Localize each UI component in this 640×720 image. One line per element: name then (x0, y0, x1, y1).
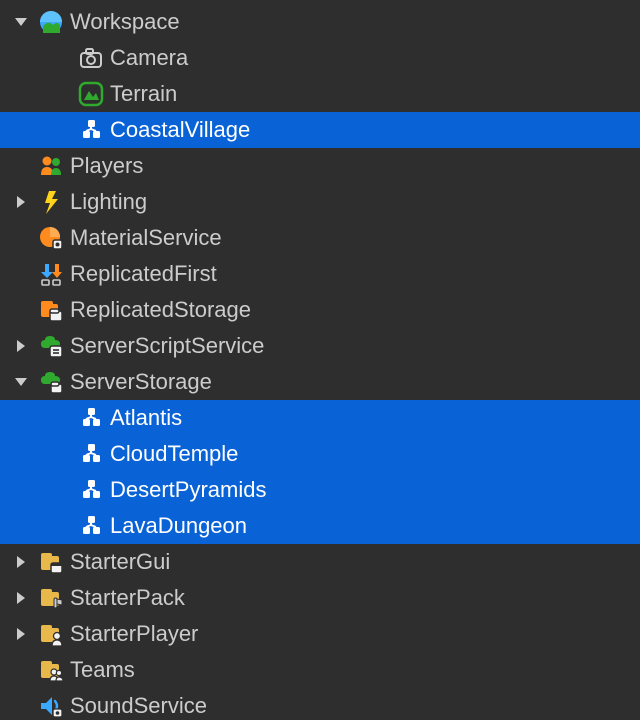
tree-row-workspace[interactable]: Workspace (0, 4, 640, 40)
starterplayer-icon (34, 621, 68, 647)
tree-row-serverscript[interactable]: ServerScriptService (0, 328, 640, 364)
tree-item-label: StarterGui (68, 549, 170, 575)
tree-row-starterplayer[interactable]: StarterPlayer (0, 616, 640, 652)
tree-item-label: StarterPlayer (68, 621, 198, 647)
tree-item-label: Workspace (68, 9, 180, 35)
tree-item-label: Teams (68, 657, 135, 683)
replicatedstorage-icon (34, 297, 68, 323)
tree-row-camera[interactable]: Camera (0, 40, 640, 76)
tree-row-teams[interactable]: Teams (0, 652, 640, 688)
serverstorage-icon (34, 369, 68, 395)
tree-item-label: Camera (108, 45, 188, 71)
model-icon (74, 405, 108, 431)
expand-arrow-down-icon[interactable] (8, 374, 34, 390)
tree-row-soundservice[interactable]: SoundService (0, 688, 640, 720)
expand-arrow-right-icon[interactable] (8, 590, 34, 606)
tree-row-replicatedfirst[interactable]: ReplicatedFirst (0, 256, 640, 292)
tree-row-cloudtemple[interactable]: CloudTemple (0, 436, 640, 472)
tree-row-serverstorage[interactable]: ServerStorage (0, 364, 640, 400)
tree-row-starterpack[interactable]: StarterPack (0, 580, 640, 616)
tree-item-label: StarterPack (68, 585, 185, 611)
tree-item-label: Atlantis (108, 405, 182, 431)
tree-row-materialservice[interactable]: MaterialService (0, 220, 640, 256)
terrain-icon (74, 81, 108, 107)
tree-item-label: CoastalVillage (108, 117, 250, 143)
tree-item-label: ReplicatedStorage (68, 297, 251, 323)
tree-row-players[interactable]: Players (0, 148, 640, 184)
tree-row-lavadungeon[interactable]: LavaDungeon (0, 508, 640, 544)
tree-item-label: Terrain (108, 81, 177, 107)
expand-arrow-right-icon[interactable] (8, 626, 34, 642)
tree-item-label: MaterialService (68, 225, 222, 251)
tree-item-label: ServerScriptService (68, 333, 264, 359)
replicatedfirst-icon (34, 261, 68, 287)
sound-icon (34, 693, 68, 719)
players-icon (34, 153, 68, 179)
model-icon (74, 513, 108, 539)
expand-arrow-right-icon[interactable] (8, 194, 34, 210)
model-icon (74, 117, 108, 143)
tree-item-label: DesertPyramids (108, 477, 266, 503)
expand-arrow-right-icon[interactable] (8, 338, 34, 354)
tree-row-coastalvillage[interactable]: CoastalVillage (0, 112, 640, 148)
startergui-icon (34, 549, 68, 575)
tree-item-label: SoundService (68, 693, 207, 719)
model-icon (74, 477, 108, 503)
tree-row-desertpyramids[interactable]: DesertPyramids (0, 472, 640, 508)
tree-item-label: LavaDungeon (108, 513, 247, 539)
tree-row-terrain[interactable]: Terrain (0, 76, 640, 112)
teams-icon (34, 657, 68, 683)
material-icon (34, 225, 68, 251)
model-icon (74, 441, 108, 467)
expand-arrow-right-icon[interactable] (8, 554, 34, 570)
tree-item-label: ReplicatedFirst (68, 261, 217, 287)
starterpack-icon (34, 585, 68, 611)
camera-icon (74, 45, 108, 71)
tree-item-label: Lighting (68, 189, 147, 215)
tree-row-atlantis[interactable]: Atlantis (0, 400, 640, 436)
tree-row-lighting[interactable]: Lighting (0, 184, 640, 220)
lighting-icon (34, 189, 68, 215)
tree-item-label: CloudTemple (108, 441, 238, 467)
tree-item-label: Players (68, 153, 143, 179)
tree-row-startergui[interactable]: StarterGui (0, 544, 640, 580)
tree-item-label: ServerStorage (68, 369, 212, 395)
explorer-tree[interactable]: Workspace Camera Terrain CoastalVillage Play… (0, 0, 640, 720)
tree-row-replicatedstorage[interactable]: ReplicatedStorage (0, 292, 640, 328)
serverscript-icon (34, 333, 68, 359)
expand-arrow-down-icon[interactable] (8, 14, 34, 30)
workspace-icon (34, 9, 68, 35)
